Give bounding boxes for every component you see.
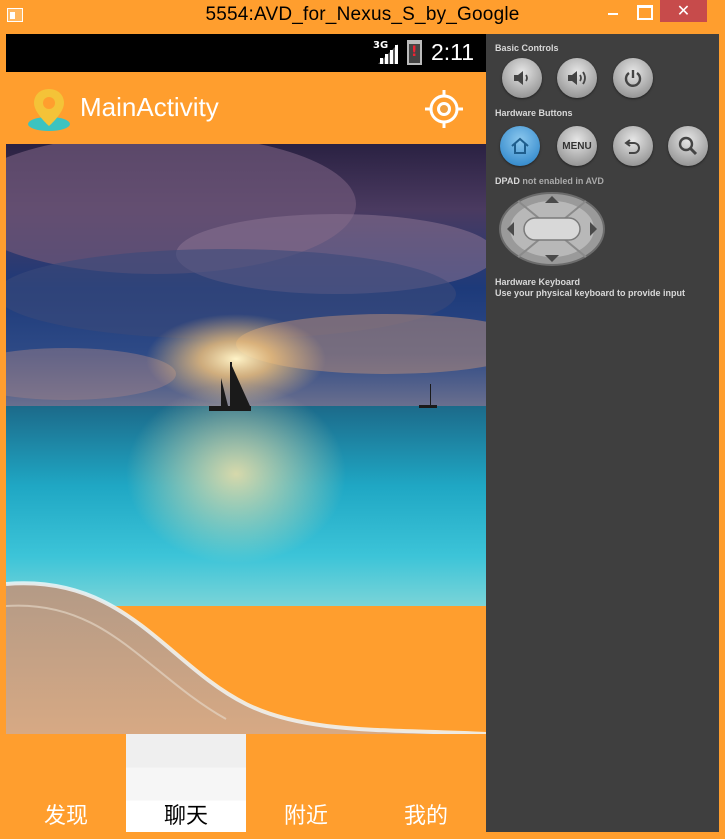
my-location-icon[interactable] — [424, 89, 464, 129]
home-button[interactable] — [500, 126, 540, 166]
basic-controls-header: Basic Controls — [495, 43, 559, 53]
window-titlebar: 5554:AVD_for_Nexus_S_by_Google ✕ — [0, 0, 725, 34]
map-pin-icon — [28, 89, 70, 131]
back-icon — [624, 139, 640, 154]
volume-up-icon — [568, 71, 586, 85]
close-button[interactable]: ✕ — [660, 0, 707, 22]
maximize-button[interactable] — [630, 0, 656, 22]
battery-icon — [407, 40, 422, 65]
tab-label: 发现 — [43, 804, 88, 829]
volume-down-button[interactable] — [502, 58, 542, 98]
hardware-buttons-header: Hardware Buttons — [495, 108, 573, 118]
beach-sunset-image — [6, 144, 486, 734]
bottom-tab-bar: 发现 聊天 附近 我的 — [6, 734, 486, 832]
menu-button[interactable]: MENU — [557, 126, 597, 166]
dpad-label: DPAD — [495, 176, 520, 186]
hardware-keyboard-note: Use your physical keyboard to provide in… — [495, 288, 686, 298]
dpad-header: DPAD not enabled in AVD — [495, 176, 604, 186]
tab-chat[interactable]: 聊天 — [126, 734, 246, 832]
window-border-right — [719, 34, 725, 839]
search-icon — [678, 136, 698, 156]
tab-me[interactable]: 我的 — [366, 734, 486, 832]
phone-screen: 3G 2:11 MainActivity — [6, 34, 486, 832]
back-button[interactable] — [613, 126, 653, 166]
tab-label: 我的 — [403, 804, 448, 829]
search-button[interactable] — [668, 126, 708, 166]
emulator-controls-panel: Basic Controls Hardware Buttons MENU DPA… — [486, 34, 719, 832]
power-icon — [624, 70, 642, 87]
signal-icon — [378, 44, 398, 64]
minimize-button[interactable] — [600, 0, 626, 22]
tab-nearby[interactable]: 附近 — [246, 734, 366, 832]
action-bar-title: MainActivity — [80, 92, 219, 122]
action-bar: MainActivity — [6, 72, 486, 144]
dpad-note: not enabled in AVD — [522, 176, 604, 186]
volume-down-icon — [514, 71, 528, 85]
tab-discover[interactable]: 发现 — [6, 734, 126, 832]
tab-label: 附近 — [283, 804, 328, 829]
status-bar: 3G 2:11 — [6, 34, 486, 72]
hardware-keyboard-header: Hardware Keyboard — [495, 277, 581, 287]
volume-up-button[interactable] — [557, 58, 597, 98]
menu-label: MENU — [562, 140, 592, 152]
home-icon — [511, 137, 529, 154]
window-border-bottom — [0, 832, 725, 839]
tab-label: 聊天 — [163, 804, 208, 829]
dpad-control[interactable] — [498, 191, 606, 267]
clock: 2:11 — [431, 39, 475, 65]
power-button[interactable] — [613, 58, 653, 98]
